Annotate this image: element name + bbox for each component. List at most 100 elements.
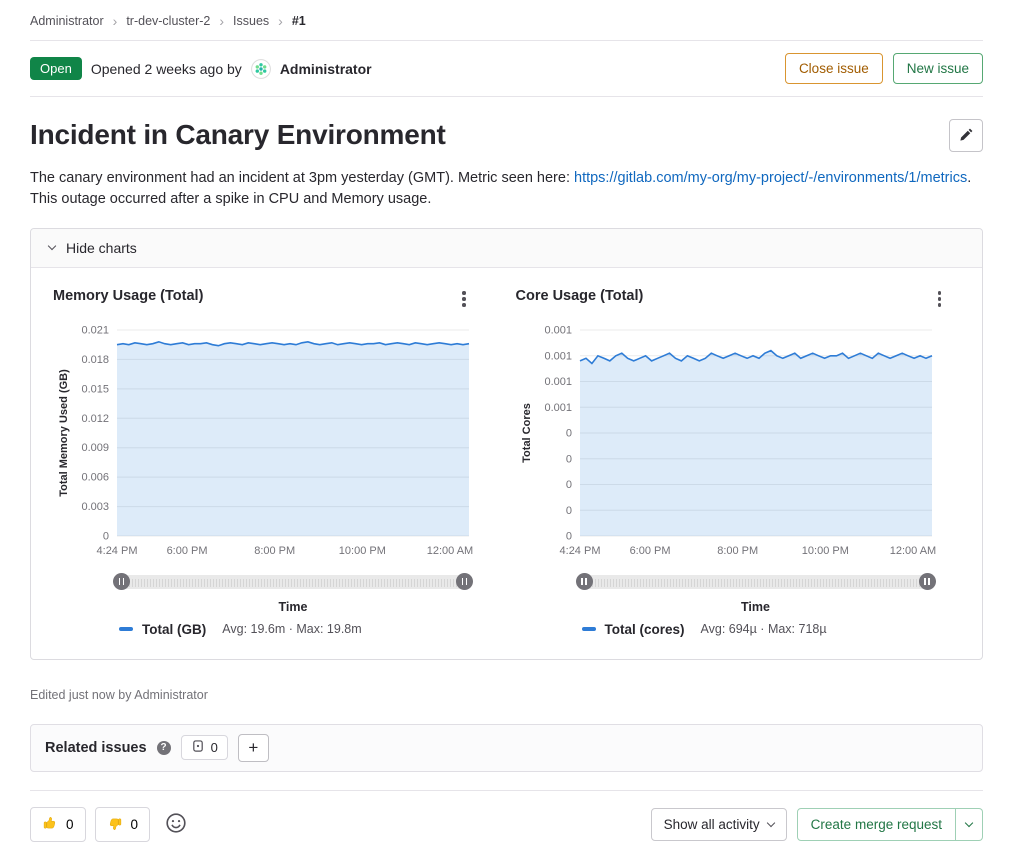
memory-usage-plot: 0.021 0.018 0.015 0.012 0.009 0.006 0.003 0 4:24… [53,324,493,562]
create-merge-request-dropdown[interactable] [956,808,983,841]
svg-text:0.015: 0.015 [81,383,109,395]
svg-text:0: 0 [565,479,571,491]
related-issues-header: Related issues ? 0 + [31,725,982,771]
add-related-issue-button[interactable]: + [238,734,269,762]
svg-text:8:00 PM: 8:00 PM [254,545,295,557]
svg-text:10:00 PM: 10:00 PM [801,545,848,557]
legend-series-name: Total (cores) [605,622,685,637]
svg-text:12:00 AM: 12:00 AM [889,545,935,557]
svg-text:0.001: 0.001 [544,401,572,413]
chart-title: Memory Usage (Total) [53,288,203,304]
svg-text:0.018: 0.018 [81,353,109,365]
chart-zoom-scrubber[interactable] [580,573,932,591]
scrubber-track[interactable] [580,575,932,589]
scrubber-track[interactable] [117,575,469,589]
scrubber-handle-right[interactable] [456,573,473,590]
issue-link-icon [191,739,205,756]
related-issues-title: Related issues [45,740,147,756]
breadcrumb-item-administrator[interactable]: Administrator [30,14,104,28]
breadcrumb-item-issues[interactable]: Issues [233,14,269,28]
svg-text:6:00 PM: 6:00 PM [167,545,208,557]
scrubber-handle-left[interactable] [576,573,593,590]
scrubber-handle-left[interactable] [113,573,130,590]
avatar[interactable] [251,59,271,79]
breadcrumb-item-current-issue: #1 [292,14,306,28]
x-axis-label: Time [117,600,469,614]
breadcrumb: Administrator › tr-dev-cluster-2 › Issue… [30,0,983,41]
related-issues-card: Related issues ? 0 + [30,724,983,772]
svg-text:0.009: 0.009 [81,442,109,454]
svg-text:10:00 PM: 10:00 PM [339,545,386,557]
avatar-image [251,59,271,79]
svg-text:6:00 PM: 6:00 PM [629,545,670,557]
kebab-menu-icon[interactable] [459,288,469,310]
opened-text: Opened 2 weeks ago by [91,61,242,77]
legend-swatch [119,627,133,631]
edited-note: Edited just now by Administrator [30,688,983,702]
chevron-right-icon: › [219,14,224,28]
create-merge-request-split-button: Create merge request [797,808,983,841]
charts-body: Memory Usage (Total) 0.021 0.018 0.015 0.01… [31,268,982,659]
hide-charts-label: Hide charts [66,240,137,256]
related-issues-count-badge: 0 [181,735,228,760]
kebab-menu-icon[interactable] [935,288,945,310]
issue-description: The canary environment had an incident a… [30,168,983,210]
svg-text:0.003: 0.003 [81,501,109,513]
chart-title: Core Usage (Total) [516,288,644,304]
svg-text:0.021: 0.021 [81,324,109,336]
thumbs-up-button[interactable]: 0 [30,807,86,842]
svg-text:0: 0 [565,530,571,542]
issue-status-bar: Open Opened 2 weeks ago by Administrator… [30,41,983,97]
description-text: The canary environment had an incident a… [30,170,574,186]
activity-filter-dropdown[interactable]: Show all activity [651,808,787,841]
issue-footer: 0 0 Show all activi [30,790,983,842]
thumbs-down-icon [107,816,123,832]
svg-text:0.001: 0.001 [544,376,572,388]
chevron-down-icon [48,242,56,250]
svg-text:4:24 PM: 4:24 PM [559,545,600,557]
page-title: Incident in Canary Environment [30,119,446,151]
legend-swatch [582,627,596,631]
chevron-down-icon [766,819,774,827]
create-merge-request-button[interactable]: Create merge request [797,808,956,841]
svg-text:0: 0 [565,504,571,516]
svg-text:8:00 PM: 8:00 PM [717,545,758,557]
svg-text:Total Memory Used (GB): Total Memory Used (GB) [58,368,70,496]
author-name[interactable]: Administrator [280,61,372,77]
help-icon[interactable]: ? [157,741,171,755]
svg-text:0.001: 0.001 [544,324,572,336]
svg-text:0.012: 0.012 [81,412,109,424]
metrics-charts-panel: Hide charts Memory Usage (Total) 0.0210.… [30,228,983,660]
chart-legend: Total (GB) Avg: 19.6m · Max: 19.8m [119,622,507,637]
metrics-link[interactable]: https://gitlab.com/my-org/my-project/-/e… [574,170,967,186]
thumbs-down-button[interactable]: 0 [95,807,151,842]
add-reaction-button[interactable] [159,807,193,841]
x-axis-label: Time [580,600,932,614]
svg-text:0: 0 [103,530,109,542]
svg-text:0.006: 0.006 [81,471,109,483]
edit-title-button[interactable] [949,119,983,152]
activity-filter-label: Show all activity [664,817,760,832]
title-row: Incident in Canary Environment [30,119,983,152]
thumbs-down-count: 0 [131,817,139,832]
chevron-right-icon: › [113,14,118,28]
breadcrumb-item-project[interactable]: tr-dev-cluster-2 [126,14,210,28]
core-usage-plot: 0.0010.0010.0010.001000004:24 PM6:00 PM8… [516,324,956,562]
svg-text:0: 0 [565,427,571,439]
issue-actions: Close issue New issue [785,53,983,84]
thumbs-up-count: 0 [66,817,74,832]
hide-charts-toggle[interactable]: Hide charts [31,229,982,268]
scrubber-minimap [129,579,457,587]
legend-series-name: Total (GB) [142,622,206,637]
svg-text:0: 0 [565,453,571,465]
svg-text:4:24 PM: 4:24 PM [97,545,138,557]
close-issue-button[interactable]: Close issue [785,53,883,84]
smiley-icon [165,812,187,837]
chart-zoom-scrubber[interactable] [117,573,469,591]
legend-stats: Avg: 19.6m · Max: 19.8m [222,622,361,636]
legend-stats: Avg: 694µ · Max: 718µ [701,622,827,636]
core-usage-chart: Core Usage (Total) 0.0010.0010.0010.0010… [507,288,983,637]
new-issue-button[interactable]: New issue [893,53,983,84]
scrubber-minimap [592,579,920,587]
scrubber-handle-right[interactable] [919,573,936,590]
